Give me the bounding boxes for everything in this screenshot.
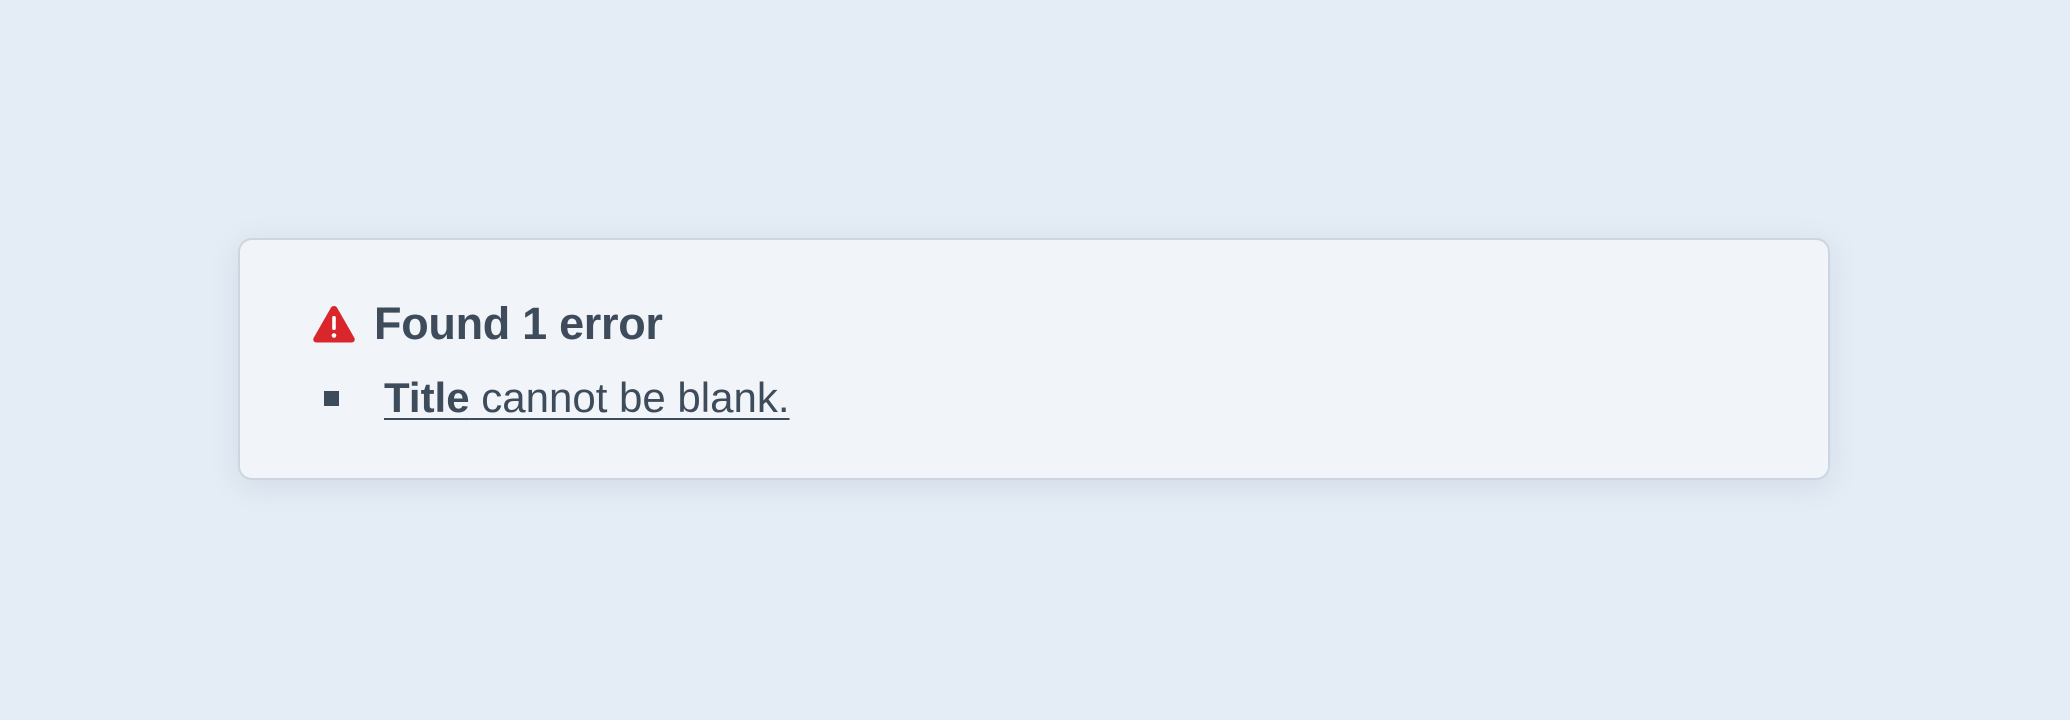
error-field-name: Title — [384, 374, 470, 421]
error-list-item: Title cannot be blank. — [324, 370, 790, 426]
error-link-title[interactable]: Title cannot be blank. — [384, 370, 790, 426]
error-list: Title cannot be blank. — [324, 370, 790, 426]
page: Found 1 error Title cannot be blank. — [0, 0, 2070, 720]
warning-triangle-icon — [312, 304, 356, 344]
error-message: cannot be blank. — [469, 374, 790, 421]
error-summary-heading: Found 1 error — [374, 298, 663, 349]
error-summary-panel: Found 1 error Title cannot be blank. — [238, 238, 1830, 480]
error-summary-header: Found 1 error — [312, 296, 663, 352]
bullet-square — [324, 390, 339, 406]
